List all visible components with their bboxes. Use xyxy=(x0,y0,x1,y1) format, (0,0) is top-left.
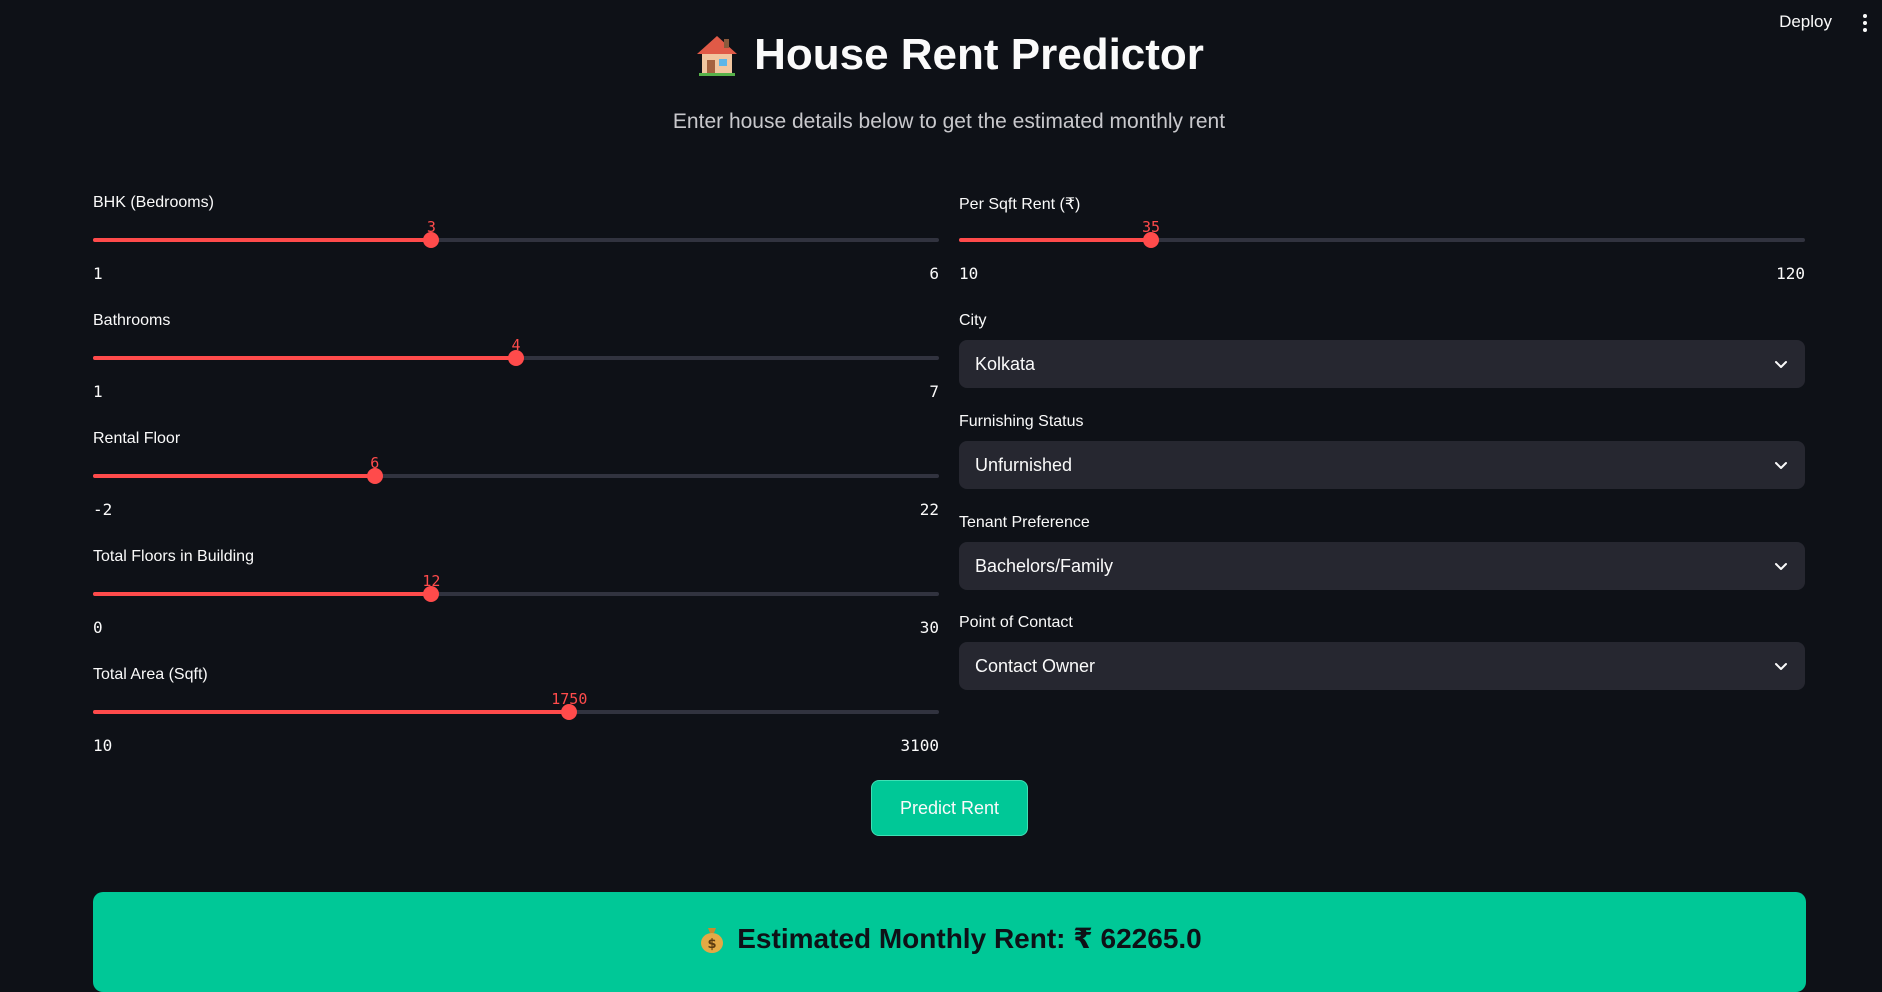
slider-thumb[interactable] xyxy=(1143,232,1160,248)
result-content: $ Estimated Monthly Rent: ₹ 62265.0 xyxy=(697,922,1202,955)
title-text: House Rent Predictor xyxy=(754,30,1204,79)
slider-total-floors: Total Floors in Building 12 0 30 xyxy=(93,548,939,648)
slider-min: -2 xyxy=(93,500,113,519)
contact-select[interactable]: Contact Owner xyxy=(959,642,1805,690)
slider-bathrooms: Bathrooms 4 1 7 xyxy=(93,312,939,412)
chevron-down-icon xyxy=(1775,361,1787,368)
select-label: Point of Contact xyxy=(959,614,1073,631)
slider-track[interactable] xyxy=(93,350,939,366)
slider-fill xyxy=(93,592,432,596)
result-banner: $ Estimated Monthly Rent: ₹ 62265.0 xyxy=(93,892,1806,992)
house-icon xyxy=(697,36,738,76)
slider-label: Total Floors in Building xyxy=(93,548,254,565)
chevron-down-icon xyxy=(1775,663,1787,670)
slider-fill xyxy=(93,356,516,360)
slider-min: 1 xyxy=(93,382,103,401)
select-tenant: Tenant Preference Bachelors/Family xyxy=(959,514,1805,590)
slider-fill xyxy=(959,238,1152,242)
select-label: City xyxy=(959,312,987,329)
slider-thumb[interactable] xyxy=(366,468,383,484)
slider-track[interactable] xyxy=(93,586,939,602)
slider-max: 30 xyxy=(919,618,939,637)
select-value: Bachelors/Family xyxy=(975,555,1114,576)
slider-label: Total Area (Sqft) xyxy=(93,666,208,683)
slider-max: 7 xyxy=(929,382,939,401)
select-label: Furnishing Status xyxy=(959,413,1084,430)
slider-label: Bathrooms xyxy=(93,312,171,329)
select-value: Unfurnished xyxy=(975,454,1073,475)
slider-label: Rental Floor xyxy=(93,430,181,447)
select-value: Kolkata xyxy=(975,353,1036,374)
select-furnishing: Furnishing Status Unfurnished xyxy=(959,413,1805,489)
select-value: Contact Owner xyxy=(975,655,1096,676)
slider-min: 1 xyxy=(93,264,103,283)
slider-min: 0 xyxy=(93,618,103,637)
slider-per-sqft-rent: Per Sqft Rent (₹) 35 10 120 xyxy=(959,194,1805,294)
city-select[interactable]: Kolkata xyxy=(959,340,1805,388)
slider-max: 22 xyxy=(919,500,939,519)
slider-thumb[interactable] xyxy=(423,232,440,248)
deploy-button[interactable]: Deploy xyxy=(1779,12,1832,32)
slider-thumb[interactable] xyxy=(508,350,524,366)
slider-track[interactable] xyxy=(93,232,939,248)
slider-fill xyxy=(93,710,570,714)
slider-label: BHK (Bedrooms) xyxy=(93,194,214,211)
slider-track[interactable] xyxy=(959,232,1805,248)
page-subtitle: Enter house details below to get the est… xyxy=(672,110,1226,133)
select-contact: Point of Contact Contact Owner xyxy=(959,614,1805,690)
slider-track[interactable] xyxy=(93,468,939,484)
select-label: Tenant Preference xyxy=(959,514,1090,531)
slider-total-area: Total Area (Sqft) 1750 10 3100 xyxy=(93,666,939,766)
slider-max: 120 xyxy=(1776,264,1805,283)
select-city: City Kolkata xyxy=(959,312,1805,388)
slider-max: 3100 xyxy=(900,736,939,755)
slider-track[interactable] xyxy=(93,704,939,720)
slider-label: Per Sqft Rent (₹) xyxy=(959,196,1081,213)
slider-fill xyxy=(93,238,432,242)
slider-fill xyxy=(93,474,375,478)
money-bag-icon: $ xyxy=(701,927,724,953)
furnishing-select[interactable]: Unfurnished xyxy=(959,441,1805,489)
slider-thumb[interactable] xyxy=(423,586,440,602)
chevron-down-icon xyxy=(1775,563,1787,570)
slider-thumb[interactable] xyxy=(561,704,578,720)
result-text: Estimated Monthly Rent: ₹ 62265.0 xyxy=(737,923,1202,954)
predict-rent-button[interactable]: Predict Rent xyxy=(871,780,1028,836)
slider-min: 10 xyxy=(93,736,113,755)
slider-max: 6 xyxy=(929,264,939,283)
slider-bhk: BHK (Bedrooms) 3 1 6 xyxy=(93,194,939,294)
svg-text:$: $ xyxy=(708,937,717,952)
slider-rental-floor: Rental Floor 6 -2 22 xyxy=(93,430,939,530)
tenant-select[interactable]: Bachelors/Family xyxy=(959,542,1805,590)
slider-min: 10 xyxy=(959,264,979,283)
page-title: House Rent Predictor xyxy=(0,30,1882,80)
chevron-down-icon xyxy=(1775,462,1787,469)
